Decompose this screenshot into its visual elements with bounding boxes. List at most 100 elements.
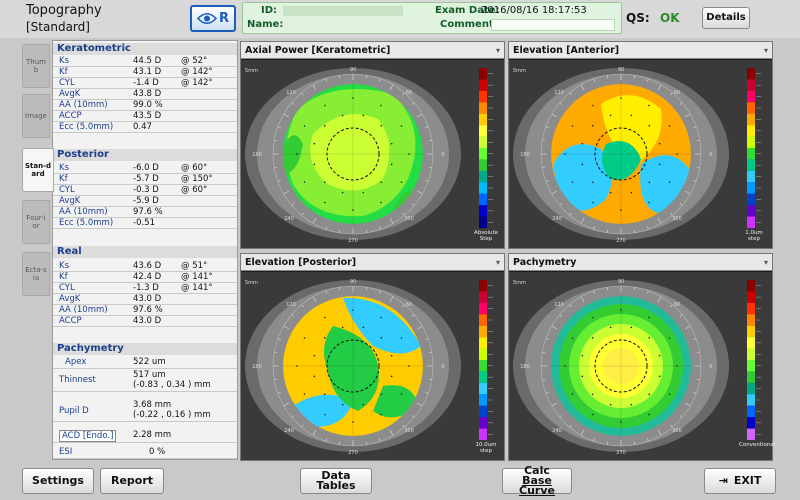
tab-ectasia[interactable]: Ecta-sia — [22, 252, 50, 296]
sample-point — [380, 336, 383, 339]
scale-swatch — [479, 325, 487, 338]
scale-label: Absolute Step — [473, 230, 499, 242]
exit-icon: ⇥ — [718, 474, 728, 487]
sample-point — [380, 104, 382, 107]
sample-point — [581, 163, 584, 166]
map-panel-axial[interactable]: Axial Power [Keratometric] ▾ 90 270 180 0 120… — [240, 41, 505, 249]
sample-point — [324, 201, 326, 204]
sample-point — [592, 316, 594, 319]
map-panel-pachymetry[interactable]: Pachymetry ▾ 90 270 180 0 120 60 240 300 5mm Conv… — [508, 253, 775, 461]
tab-image[interactable]: Image — [22, 94, 50, 138]
table-row: ESI 0 % — [53, 447, 237, 459]
map-panel-elevation-posterior[interactable]: Elevation [Posterior] ▾ 90 270 180 0 120 60 240… — [240, 253, 505, 461]
sample-point — [323, 181, 326, 184]
sample-point — [341, 114, 344, 117]
sample-point — [648, 316, 650, 319]
sample-point — [303, 181, 306, 183]
mm-label: 5mm — [245, 68, 258, 74]
scale-swatch — [479, 302, 487, 315]
map-panel-elevation-anterior[interactable]: Elevation [Anterior] ▾ 90 270 180 0 120 60 240 3… — [508, 41, 773, 249]
sample-point — [380, 201, 382, 204]
sample-point — [313, 142, 316, 145]
table-row: Pupil D 3.68 mm (-0.22 , 0.16 ) mm — [53, 400, 237, 422]
angle-label: 300 — [672, 216, 682, 222]
angle-label: 60 — [406, 302, 412, 308]
mm-label: 5mm — [513, 280, 526, 286]
table-row: CYL -1.3 D @ 141° — [53, 283, 237, 294]
sample-point — [323, 336, 326, 339]
data-tables-button[interactable]: Data Tables — [300, 468, 372, 494]
tab-standard[interactable]: Stan-dard — [22, 148, 54, 192]
table-row: Thinnest 517 um (-0.83 , 0.34 ) mm — [53, 370, 237, 392]
sample-point — [648, 181, 651, 184]
exit-button[interactable]: ⇥ EXIT — [704, 468, 776, 494]
map-title: Pachymetry ▾ — [509, 254, 772, 271]
angle-label: 120 — [286, 302, 296, 308]
sample-point — [380, 316, 382, 319]
sample-point — [380, 181, 383, 184]
scale-swatch — [747, 79, 755, 91]
comment-field[interactable] — [491, 19, 615, 31]
table-row: Ecc (5.0mm) 0.47 — [53, 122, 237, 133]
scale-swatch — [479, 193, 487, 206]
table-row: ACCP 43.0 D — [53, 316, 237, 327]
calc-base-curve-button[interactable]: Calc Base Curve — [502, 465, 572, 496]
mm-label: 5mm — [513, 68, 526, 74]
sample-point — [352, 209, 354, 211]
scale-swatch — [747, 394, 755, 406]
pachymetry-title: Pachymetry — [53, 343, 237, 355]
scale-swatch — [479, 102, 487, 114]
angle-label: 60 — [406, 90, 412, 96]
chevron-down-icon[interactable]: ▾ — [496, 42, 500, 59]
qs-status: OK — [660, 11, 680, 25]
sample-point — [303, 125, 306, 127]
report-button[interactable]: Report — [100, 468, 164, 494]
sample-point — [668, 125, 671, 127]
mm-label: 5mm — [245, 280, 258, 286]
sample-point — [303, 393, 306, 395]
sample-point — [324, 316, 326, 319]
sample-point — [352, 421, 354, 423]
sample-point — [648, 104, 650, 107]
scale-swatch — [747, 348, 755, 360]
tab-fourior[interactable]: Four-ior — [22, 200, 50, 244]
scale-swatch — [747, 193, 755, 206]
chevron-down-icon[interactable]: ▾ — [764, 254, 768, 271]
sample-point — [648, 201, 650, 204]
sample-point — [592, 413, 594, 416]
scale-swatch — [479, 428, 487, 440]
table-row: AvgK 43.8 D — [53, 89, 237, 100]
sample-point — [408, 365, 410, 367]
scale-swatch — [747, 360, 755, 372]
scale-swatch — [747, 405, 755, 418]
map-title: Elevation [Anterior] ▾ — [509, 42, 772, 59]
axial-power-map: 90 270 180 0 120 60 240 300 5mm — [241, 60, 504, 248]
map-title: Axial Power [Keratometric] ▾ — [241, 42, 504, 59]
map-title: Elevation [Posterior] ▾ — [241, 254, 504, 271]
eye-select-button[interactable]: R — [190, 5, 236, 32]
angle-label: 270 — [348, 450, 358, 456]
footer-bar: Settings Report Data Tables Calc Base Cu… — [0, 462, 800, 500]
angle-label: 270 — [348, 238, 358, 244]
details-button[interactable]: Details — [702, 7, 750, 29]
topography-app: Topography [Standard] R ID: Name: Exam D… — [0, 0, 800, 500]
table-row: Ecc (5.0mm) -0.51 — [53, 218, 237, 229]
sample-point — [408, 153, 410, 155]
scale-swatch — [479, 68, 487, 80]
chevron-down-icon[interactable]: ▾ — [496, 254, 500, 271]
scale-swatch — [479, 159, 487, 171]
sample-point — [581, 142, 584, 145]
id-label: ID: — [261, 5, 278, 16]
chevron-down-icon[interactable]: ▾ — [764, 42, 768, 59]
sample-point — [390, 163, 393, 166]
scale-swatch — [747, 280, 755, 292]
settings-button[interactable]: Settings — [22, 468, 94, 494]
sample-point — [620, 209, 622, 211]
tab-thumb[interactable]: Thumb — [22, 44, 50, 88]
sample-point — [380, 124, 383, 127]
scale-swatch — [479, 405, 487, 418]
sample-point — [668, 181, 671, 183]
sample-point — [362, 403, 365, 406]
scale-swatch — [747, 68, 755, 80]
sample-point — [390, 354, 393, 357]
